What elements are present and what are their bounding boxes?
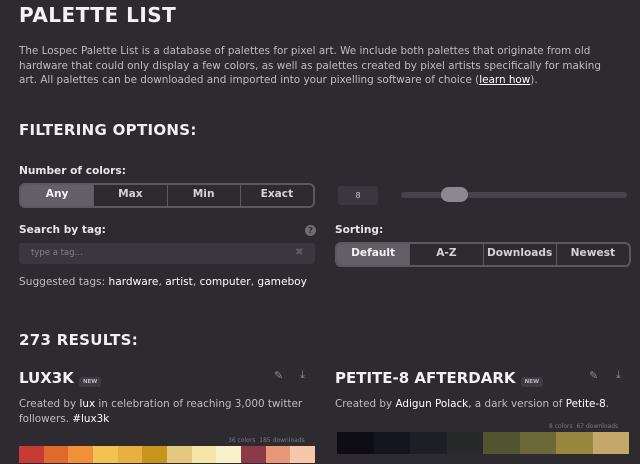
tag-gameboy[interactable]: gameboy	[257, 276, 307, 288]
palette-description: Created by Adigun Polack, a dark version…	[335, 397, 627, 412]
color-swatch[interactable]	[142, 446, 168, 463]
palette-title-text[interactable]: LUX3K	[19, 369, 74, 387]
page-title: PALETTE LIST	[19, 3, 177, 27]
color-mode-min[interactable]: Min	[166, 185, 240, 206]
suggested-tags: Suggested tags: hardware, artist, comput…	[19, 276, 307, 288]
color-count-slider[interactable]	[401, 192, 627, 198]
petite-8-link[interactable]: Petite-8	[566, 398, 606, 410]
color-swatch[interactable]	[290, 446, 316, 463]
slider-handle[interactable]	[440, 187, 468, 202]
tag-label: Search by tag:	[19, 224, 106, 236]
desc-text: , a dark version of	[468, 398, 566, 410]
tag-artist[interactable]: artist	[165, 276, 193, 288]
color-swatch[interactable]	[337, 432, 374, 454]
new-badge: NEW	[520, 377, 544, 387]
filtering-heading: FILTERING OPTIONS:	[19, 121, 197, 139]
learn-how-link[interactable]: learn how	[479, 74, 530, 86]
color-mode-any[interactable]: Any	[21, 185, 94, 206]
color-swatch[interactable]	[265, 446, 291, 463]
download-count: 67 downloads	[576, 423, 619, 430]
author-link[interactable]: Adigun Polack	[395, 398, 468, 410]
color-count: 8 colors	[549, 423, 573, 430]
color-swatch[interactable]	[519, 432, 556, 454]
color-swatch[interactable]	[410, 432, 447, 454]
author-link[interactable]: lux	[79, 398, 95, 410]
palette-title-text[interactable]: PETITE-8 AFTERDARK	[335, 369, 516, 387]
download-icon[interactable]: ⤓	[616, 368, 621, 382]
color-swatch[interactable]	[373, 432, 410, 454]
palette-meta: 36 colors 185 downloads	[228, 437, 305, 444]
intro-suffix: ).	[530, 74, 538, 87]
color-swatch[interactable]	[93, 446, 118, 463]
intro-text: The Lospec Palette List is a database of…	[19, 44, 619, 88]
color-swatch[interactable]	[241, 446, 266, 463]
palette-title-lux3k[interactable]: LUX3K NEW	[19, 368, 102, 387]
edit-icon[interactable]: ✎	[589, 369, 598, 382]
color-swatch[interactable]	[556, 432, 593, 454]
palette-description: Created by lux in celebration of reachin…	[19, 397, 311, 427]
edit-icon[interactable]: ✎	[274, 369, 283, 382]
new-badge: NEW	[78, 377, 102, 387]
color-swatch[interactable]	[68, 446, 94, 463]
palette-swatches[interactable]	[337, 432, 629, 454]
clear-icon[interactable]: ✖	[295, 247, 303, 258]
download-count: 185 downloads	[259, 437, 305, 444]
desc-text: .	[605, 398, 610, 410]
desc-text: Created by	[19, 398, 80, 410]
palette-swatches[interactable]	[19, 446, 316, 463]
download-icon[interactable]: ⤓	[300, 368, 305, 382]
color-swatch[interactable]	[19, 446, 44, 463]
color-swatch[interactable]	[43, 446, 69, 463]
sort-newest[interactable]: Newest	[555, 244, 629, 265]
color-mode-exact[interactable]: Exact	[239, 185, 313, 206]
color-swatch[interactable]	[216, 446, 242, 463]
sort-a-z[interactable]: A-Z	[409, 244, 483, 265]
desc-text: Created by	[335, 398, 396, 410]
color-mode-max[interactable]: Max	[93, 185, 167, 206]
palette-meta: 8 colors 67 downloads	[549, 423, 618, 430]
color-swatch[interactable]	[191, 446, 217, 463]
color-swatch[interactable]	[592, 432, 629, 454]
color-swatch[interactable]	[117, 446, 143, 463]
colors-label: Number of colors:	[19, 165, 126, 177]
hashtag-link[interactable]: #lux3k	[72, 413, 109, 425]
tag-hardware[interactable]: hardware	[109, 276, 159, 288]
sort-downloads[interactable]: Downloads	[482, 244, 556, 265]
sort-selector: Default A-Z Downloads Newest	[335, 242, 631, 267]
help-icon[interactable]: ?	[305, 225, 316, 236]
sorting-label: Sorting:	[335, 224, 384, 236]
color-swatch[interactable]	[483, 432, 520, 454]
color-count: 36 colors	[228, 437, 256, 444]
sort-default[interactable]: Default	[337, 244, 410, 265]
palette-title-petite-8-afterdark[interactable]: PETITE-8 AFTERDARK NEW	[335, 368, 544, 387]
color-swatch[interactable]	[167, 446, 192, 463]
color-mode-selector: Any Max Min Exact	[19, 183, 315, 208]
tag-computer[interactable]: computer	[200, 276, 251, 288]
tag-search-input[interactable]: type a tag...	[19, 243, 315, 264]
results-heading: 273 RESULTS:	[19, 331, 139, 349]
color-count-input[interactable]: 8	[338, 186, 378, 205]
suggested-label: Suggested tags:	[19, 276, 106, 288]
color-swatch[interactable]	[446, 432, 483, 454]
